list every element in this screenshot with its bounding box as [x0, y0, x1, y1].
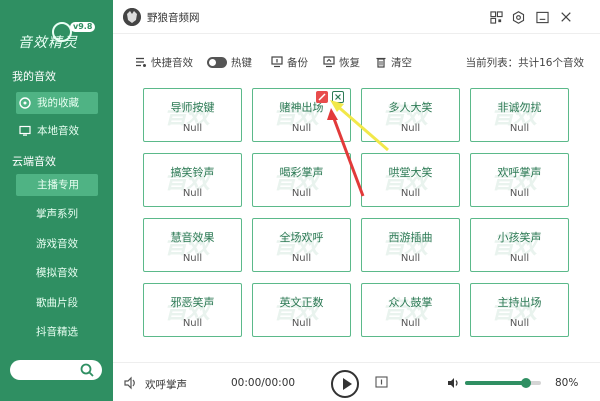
repeat-one-icon [375, 376, 388, 388]
player-bar: 欢呼掌声 00:00/00:00 80% [113, 362, 600, 401]
now-playing-title: 欢呼掌声 [145, 379, 187, 391]
volume-icon[interactable] [447, 377, 459, 389]
volume-slider[interactable] [465, 378, 541, 388]
volume-percent: 80% [555, 377, 579, 389]
annotation-arrows [327, 100, 389, 197]
red-arrow-line [331, 115, 365, 197]
play-mode-button[interactable] [375, 375, 389, 389]
volume-fill [465, 381, 526, 385]
play-button[interactable] [331, 370, 359, 398]
playback-time: 00:00/00:00 [231, 377, 296, 389]
speaker-icon [124, 376, 135, 390]
volume-knob[interactable] [520, 378, 531, 388]
